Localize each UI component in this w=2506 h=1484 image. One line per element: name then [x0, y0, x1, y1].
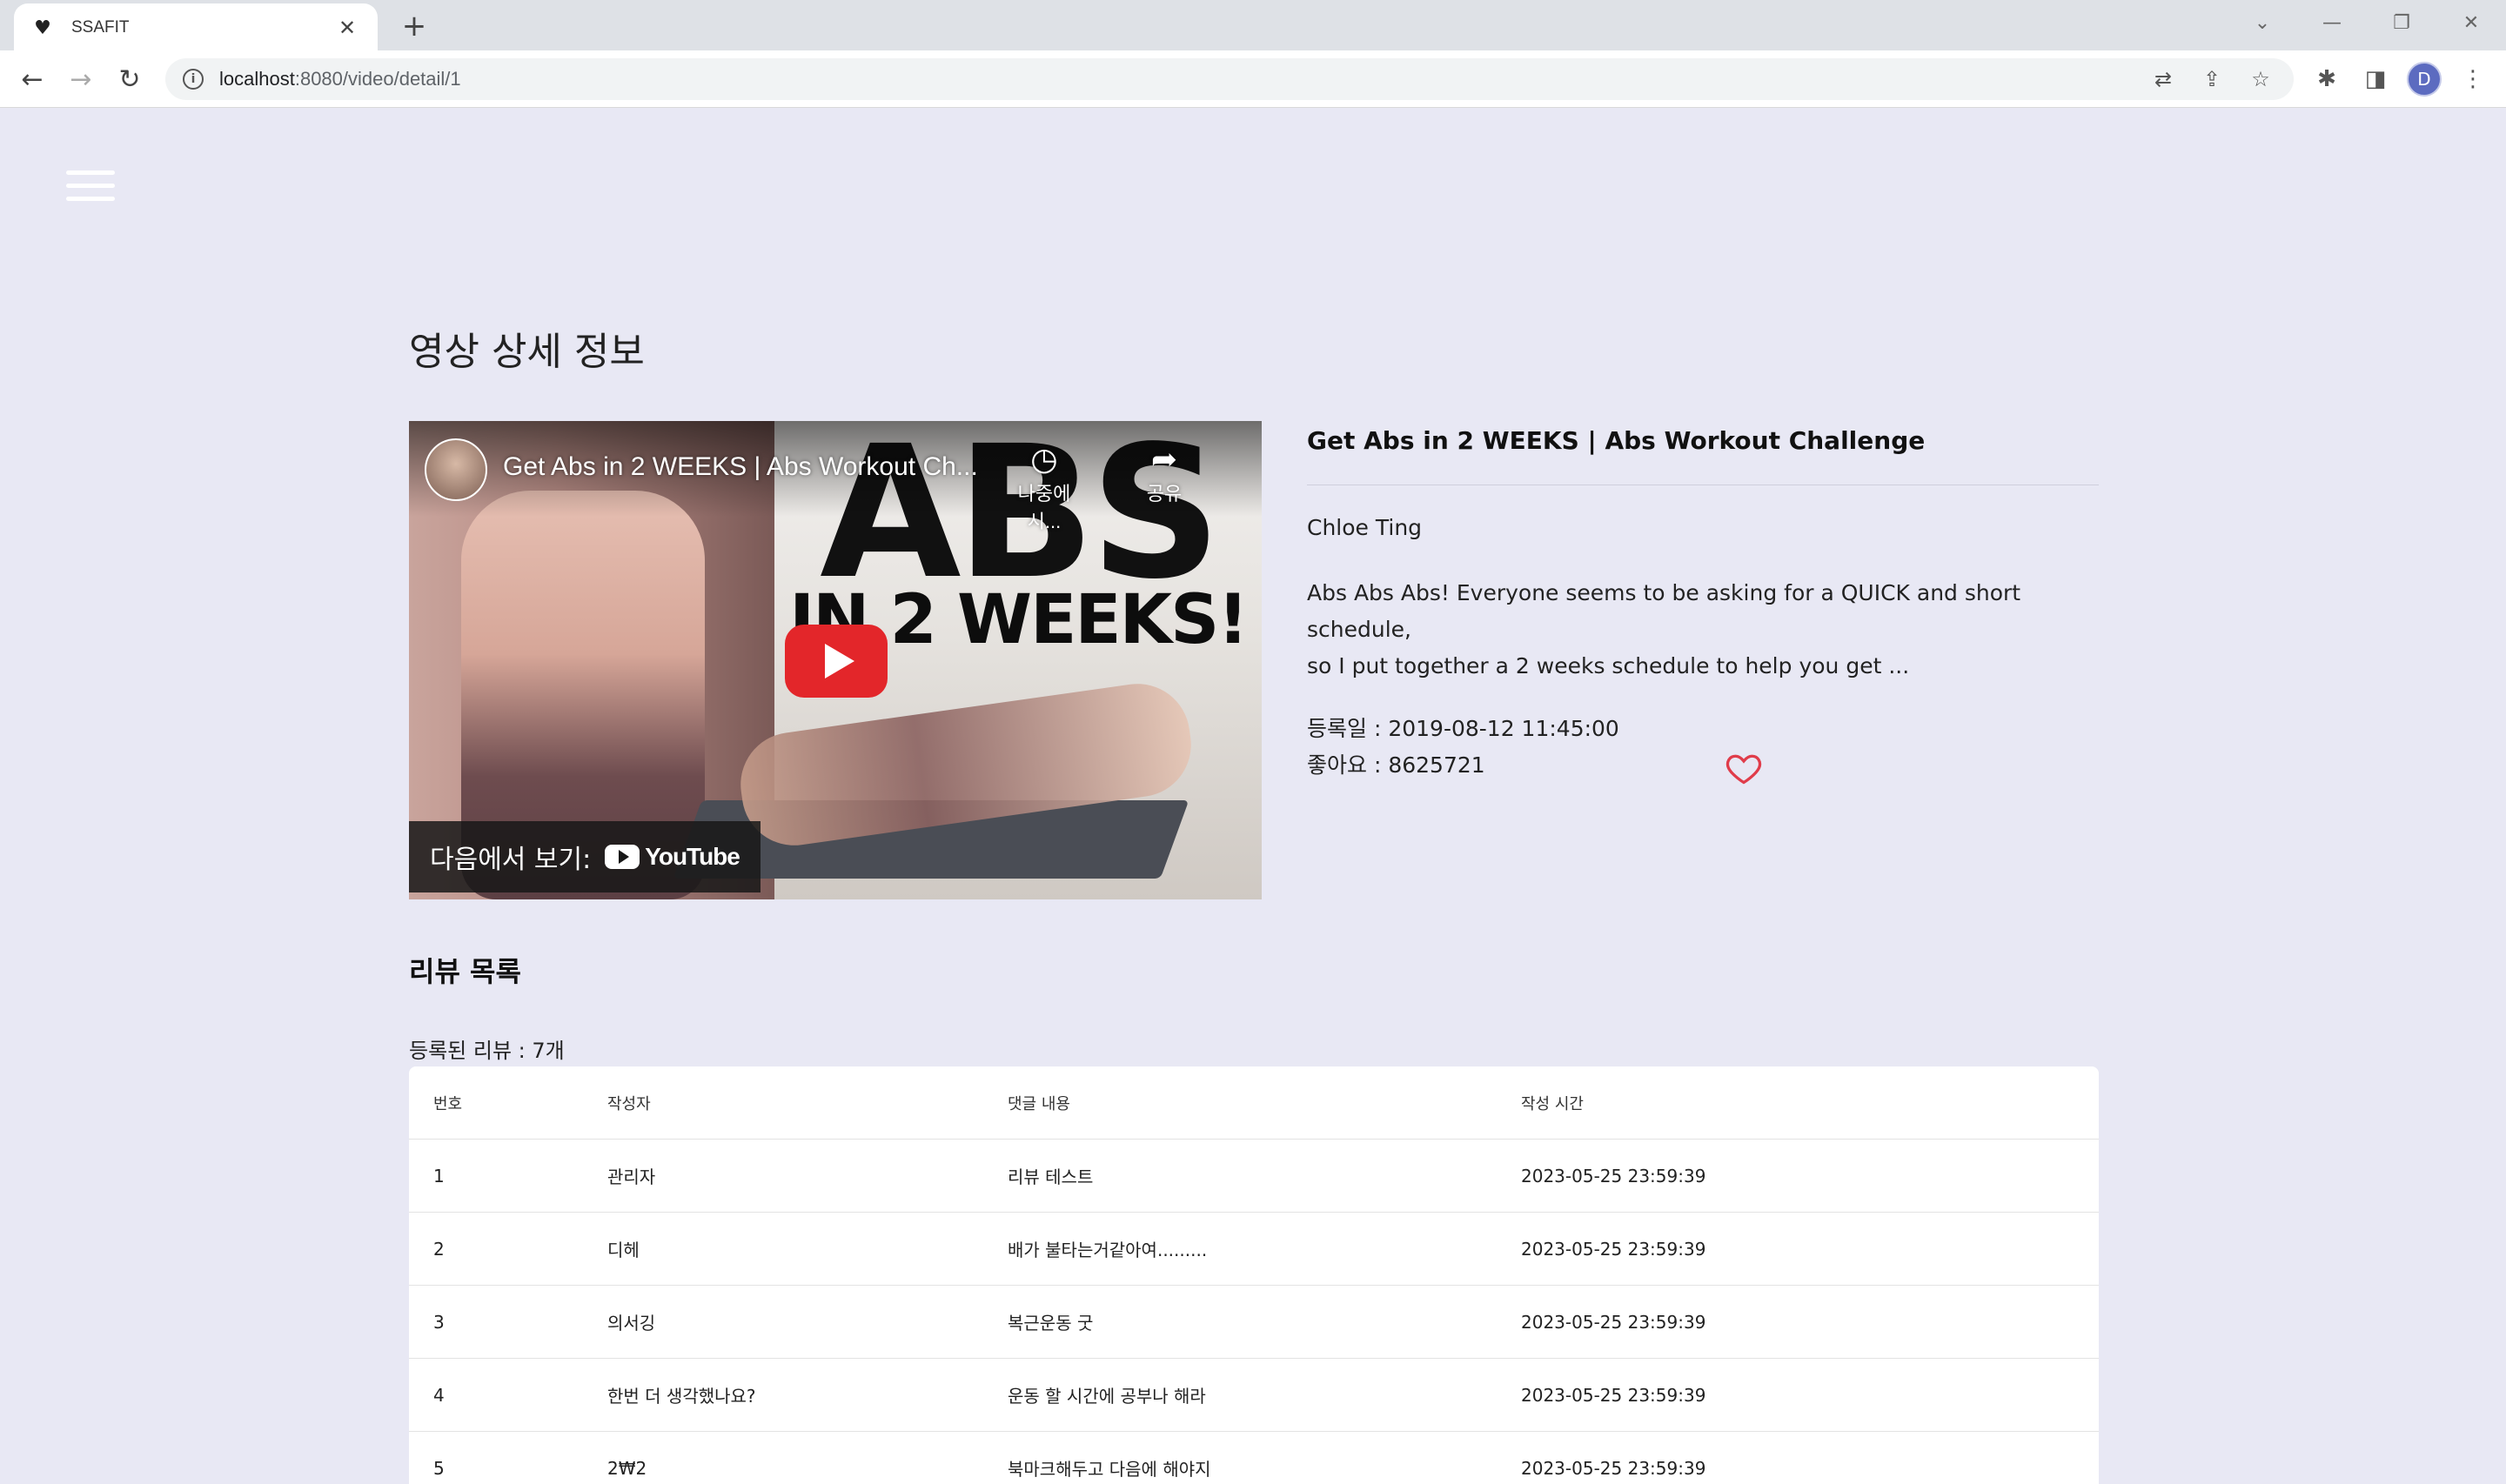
- share-page-icon[interactable]: ⇪: [2188, 58, 2236, 100]
- browser-toolbar: ← → ↻ i localhost:8080/video/detail/1 ⇄ …: [0, 50, 2506, 108]
- forward-arrow-icon[interactable]: →: [63, 61, 99, 97]
- watch-later-button[interactable]: ◷ 나중에 시...: [1001, 440, 1088, 534]
- address-bar-actions: ⇄ ⇪ ☆: [2139, 58, 2285, 100]
- description-line: Abs Abs Abs! Everyone seems to be asking…: [1307, 580, 2021, 642]
- tab-search-icon[interactable]: ⌄: [2228, 0, 2297, 45]
- youtube-video-player[interactable]: ABS IN 2 WEEKS! Get Abs in 2 WEEKS | Abs…: [409, 421, 1262, 899]
- close-tab-icon[interactable]: ✕: [334, 16, 360, 40]
- hamburger-line: [66, 184, 115, 188]
- review-table: 번호 작성자 댓글 내용 작성 시간 1 관리자 리뷰 테스트 2023-05-…: [409, 1066, 2099, 1484]
- description-line: so I put together a 2 weeks schedule to …: [1307, 653, 1910, 678]
- toolbar-right: ✱ ◨ D ⋮: [2302, 61, 2497, 97]
- url-path: :8080/video/detail/1: [294, 68, 461, 90]
- cell-number: 3: [433, 1311, 445, 1333]
- column-header-time: 작성 시간: [1521, 1094, 1584, 1113]
- hamburger-line: [66, 170, 115, 175]
- cell-content: 리뷰 테스트: [1008, 1166, 1094, 1187]
- window-controls: ⌄ — ❐ ✕: [2228, 0, 2506, 45]
- heart-like-icon[interactable]: [1725, 749, 1763, 787]
- page-title: 영상 상세 정보: [409, 330, 645, 374]
- cell-content: 복근운동 굿: [1008, 1313, 1094, 1334]
- cell-number: 4: [433, 1384, 445, 1406]
- cell-number: 5: [433, 1457, 445, 1479]
- play-button[interactable]: [785, 625, 888, 698]
- cell-time: 2023-05-25 23:59:39: [1521, 1384, 1706, 1406]
- profile-button[interactable]: D: [2400, 61, 2449, 97]
- table-row[interactable]: 3 의서깅 복근운동 굿 2023-05-25 23:59:39: [409, 1286, 2099, 1359]
- review-section-title: 리뷰 목록: [409, 955, 521, 988]
- tab-title: SSAFIT: [71, 18, 130, 37]
- table-row[interactable]: 2 디헤 배가 불타는거같아여......... 2023-05-25 23:5…: [409, 1213, 2099, 1286]
- cell-time: 2023-05-25 23:59:39: [1521, 1457, 1706, 1479]
- youtube-play-icon: [605, 845, 640, 869]
- cell-time: 2023-05-25 23:59:39: [1521, 1311, 1706, 1333]
- channel-avatar[interactable]: [425, 438, 487, 501]
- cell-time: 2023-05-25 23:59:39: [1521, 1238, 1706, 1260]
- cell-content: 운동 할 시간에 공부나 해라: [1008, 1386, 1206, 1407]
- bookmark-star-icon[interactable]: ☆: [2236, 58, 2285, 100]
- play-icon: [825, 644, 854, 678]
- hamburger-menu-icon[interactable]: [66, 170, 115, 205]
- share-arrow-icon: ➦: [1150, 441, 1178, 477]
- cell-writer: 관리자: [607, 1166, 656, 1187]
- video-description: Abs Abs Abs! Everyone seems to be asking…: [1307, 575, 2099, 685]
- tab-strip: ♥ SSAFIT ✕ + ⌄ — ❐ ✕: [0, 0, 2506, 52]
- like-count: 좋아요 : 8625721: [1307, 752, 1485, 778]
- cell-content: 북마크해두고 다음에 해야지: [1008, 1459, 1211, 1480]
- extensions-puzzle-icon[interactable]: ✱: [2302, 61, 2351, 97]
- watch-later-label: 나중에 시...: [1017, 483, 1071, 532]
- clock-icon: ◷: [1030, 441, 1058, 477]
- youtube-logo: YouTube: [605, 843, 740, 871]
- channel-name: Chloe Ting: [1307, 515, 1423, 540]
- back-arrow-icon[interactable]: ←: [14, 61, 50, 97]
- hamburger-line: [66, 197, 115, 201]
- review-count: 등록된 리뷰 : 7개: [409, 1039, 565, 1063]
- column-header-number: 번호: [433, 1094, 463, 1113]
- video-meta: 등록일 : 2019-08-12 11:45:00 좋아요 : 8625721: [1307, 711, 2099, 787]
- translate-icon[interactable]: ⇄: [2139, 58, 2188, 100]
- share-label: 공유: [1146, 483, 1183, 505]
- site-info-icon[interactable]: i: [183, 69, 204, 90]
- address-bar[interactable]: i localhost:8080/video/detail/1 ⇄ ⇪ ☆: [165, 58, 2294, 100]
- cell-writer: 2₩2: [607, 1457, 647, 1479]
- url-host: localhost: [219, 68, 295, 90]
- url-text: localhost:8080/video/detail/1: [219, 68, 461, 90]
- avatar: D: [2407, 62, 2442, 97]
- cell-writer: 한번 더 생각했나요?: [607, 1386, 756, 1407]
- cell-writer: 디헤: [607, 1240, 640, 1260]
- reload-icon[interactable]: ↻: [111, 61, 148, 97]
- table-row[interactable]: 4 한번 더 생각했나요? 운동 할 시간에 공부나 해라 2023-05-25…: [409, 1359, 2099, 1432]
- column-header-writer: 작성자: [607, 1094, 651, 1113]
- cell-number: 2: [433, 1238, 445, 1260]
- cell-number: 1: [433, 1165, 445, 1187]
- watch-on-label: 다음에서 보기:: [430, 845, 592, 875]
- browser-tab[interactable]: ♥ SSAFIT ✕: [14, 3, 378, 52]
- registered-date: 등록일 : 2019-08-12 11:45:00: [1307, 716, 1619, 741]
- side-panel-icon[interactable]: ◨: [2351, 61, 2400, 97]
- watch-on-youtube-button[interactable]: 다음에서 보기: YouTube: [409, 821, 761, 892]
- heart-favicon-icon: ♥: [34, 17, 51, 39]
- minimize-icon[interactable]: —: [2297, 0, 2367, 45]
- cell-content: 배가 불타는거같아여.........: [1008, 1240, 1208, 1260]
- table-row[interactable]: 5 2₩2 북마크해두고 다음에 해야지 2023-05-25 23:59:39: [409, 1432, 2099, 1484]
- new-tab-button[interactable]: +: [397, 9, 432, 43]
- column-header-content: 댓글 내용: [1008, 1094, 1070, 1113]
- close-window-icon[interactable]: ✕: [2436, 0, 2506, 45]
- table-header: 번호 작성자 댓글 내용 작성 시간: [409, 1066, 2099, 1140]
- cell-writer: 의서깅: [607, 1313, 656, 1334]
- video-info-panel: Get Abs in 2 WEEKS | Abs Workout Challen…: [1307, 421, 2099, 787]
- player-video-title[interactable]: Get Abs in 2 WEEKS | Abs Workout Ch...: [503, 452, 978, 482]
- video-title: Get Abs in 2 WEEKS | Abs Workout Challen…: [1307, 421, 2099, 485]
- restore-icon[interactable]: ❐: [2367, 0, 2436, 45]
- youtube-wordmark: YouTube: [645, 843, 740, 870]
- share-button[interactable]: ➦ 공유: [1121, 440, 1208, 506]
- table-row[interactable]: 1 관리자 리뷰 테스트 2023-05-25 23:59:39: [409, 1140, 2099, 1213]
- cell-time: 2023-05-25 23:59:39: [1521, 1165, 1706, 1187]
- more-menu-icon[interactable]: ⋮: [2449, 61, 2497, 97]
